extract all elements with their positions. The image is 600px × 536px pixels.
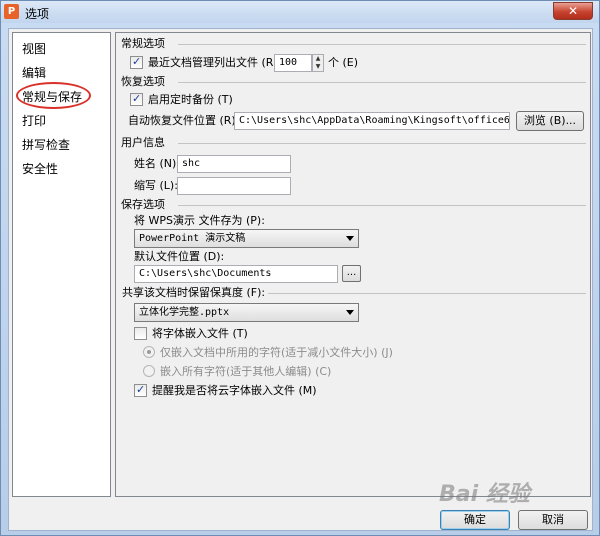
dialog-body: 视图 编辑 常规与保存 打印 拼写检查 安全性 常规选项 最近文档管理列出文件 … — [8, 28, 593, 531]
dropdown-arrow-icon — [346, 310, 354, 315]
section-title-recovery: 恢复选项 — [121, 75, 165, 88]
section-divider — [178, 143, 586, 144]
section-divider — [178, 44, 586, 45]
recent-files-label: 最近文档管理列出文件 (R): — [148, 56, 282, 69]
save-format-select[interactable]: PowerPoint 演示文稿 — [134, 229, 359, 248]
section-divider — [178, 205, 586, 206]
highlight-circle — [16, 82, 91, 109]
name-input[interactable]: shc — [177, 155, 291, 173]
spin-down-icon[interactable]: ▼ — [314, 63, 322, 71]
browse-button[interactable]: 浏览 (B)... — [516, 111, 584, 131]
recent-files-checkbox[interactable] — [130, 55, 143, 69]
section-divider — [178, 82, 586, 83]
section-divider — [268, 293, 586, 294]
fidelity-label: 共享该文档时保留保真度 (F): — [122, 286, 266, 299]
embed-fonts-label: 将字体嵌入文件 (T) — [152, 327, 248, 340]
embed-all-chars-label: 嵌入所有字符(适于其他人编辑) (C) — [160, 365, 332, 378]
recent-files-unit: 个 (E) — [328, 56, 359, 69]
embed-all-chars-radio[interactable] — [143, 365, 155, 377]
spin-up-icon[interactable]: ▲ — [314, 55, 322, 63]
title-bar[interactable]: P 选项 ✕ — [1, 1, 599, 23]
initials-input[interactable] — [177, 177, 291, 195]
window-title: 选项 — [25, 7, 50, 21]
close-button[interactable]: ✕ — [553, 2, 593, 20]
cloud-font-reminder-checkbox[interactable] — [134, 383, 147, 397]
nav-item-edit[interactable]: 编辑 — [22, 64, 46, 82]
embed-fonts-checkbox[interactable] — [134, 327, 147, 340]
auto-backup-label: 启用定时备份 (T) — [148, 93, 233, 106]
cancel-button[interactable]: 取消 — [518, 510, 588, 530]
options-dialog: P 选项 ✕ 视图 编辑 常规与保存 打印 拼写检查 安全性 常规选项 最近文档… — [0, 0, 600, 536]
fidelity-document-select[interactable]: 立体化学完整.pptx — [134, 303, 359, 322]
name-label: 姓名 (N): — [134, 157, 181, 170]
nav-item-spellcheck[interactable]: 拼写检查 — [22, 136, 70, 154]
recovery-path-label: 自动恢复文件位置 (R): — [128, 114, 240, 127]
save-format-value: PowerPoint 演示文稿 — [139, 233, 246, 244]
nav-item-view[interactable]: 视图 — [22, 40, 46, 58]
recent-files-spinner[interactable]: ▲ ▼ — [312, 54, 324, 72]
ok-button[interactable]: 确定 — [440, 510, 510, 530]
section-title-user: 用户信息 — [121, 136, 165, 149]
embed-used-chars-label: 仅嵌入文档中所用的字符(适于减小文件大小) (J) — [160, 346, 393, 359]
embed-used-chars-radio[interactable] — [143, 346, 155, 358]
recent-files-count-input[interactable]: 100 — [274, 54, 312, 72]
default-location-browse-button[interactable]: ... — [342, 265, 361, 282]
section-title-general: 常规选项 — [121, 37, 165, 50]
wps-presentation-icon: P — [4, 4, 19, 19]
auto-backup-checkbox[interactable] — [130, 92, 143, 106]
initials-label: 缩写 (L): — [134, 179, 178, 192]
section-title-save: 保存选项 — [121, 198, 165, 211]
recovery-path-input[interactable]: C:\Users\shc\AppData\Roaming\Kingsoft\of… — [234, 112, 510, 130]
fidelity-document-value: 立体化学完整.pptx — [139, 307, 230, 318]
category-list: 视图 编辑 常规与保存 打印 拼写检查 安全性 — [12, 32, 111, 497]
cloud-font-reminder-label: 提醒我是否将云字体嵌入文件 (M) — [152, 384, 317, 397]
nav-item-security[interactable]: 安全性 — [22, 160, 58, 178]
settings-panel: 常规选项 最近文档管理列出文件 (R): 100 ▲ ▼ 个 (E) 恢复选项 … — [115, 32, 591, 497]
baidu-watermark: Bai 经验 — [439, 482, 530, 507]
dropdown-arrow-icon — [346, 236, 354, 241]
nav-item-print[interactable]: 打印 — [22, 112, 46, 130]
default-location-input[interactable]: C:\Users\shc\Documents — [134, 265, 338, 283]
save-format-label: 将 WPS演示 文件存为 (P): — [134, 214, 265, 227]
default-location-label: 默认文件位置 (D): — [134, 250, 225, 263]
